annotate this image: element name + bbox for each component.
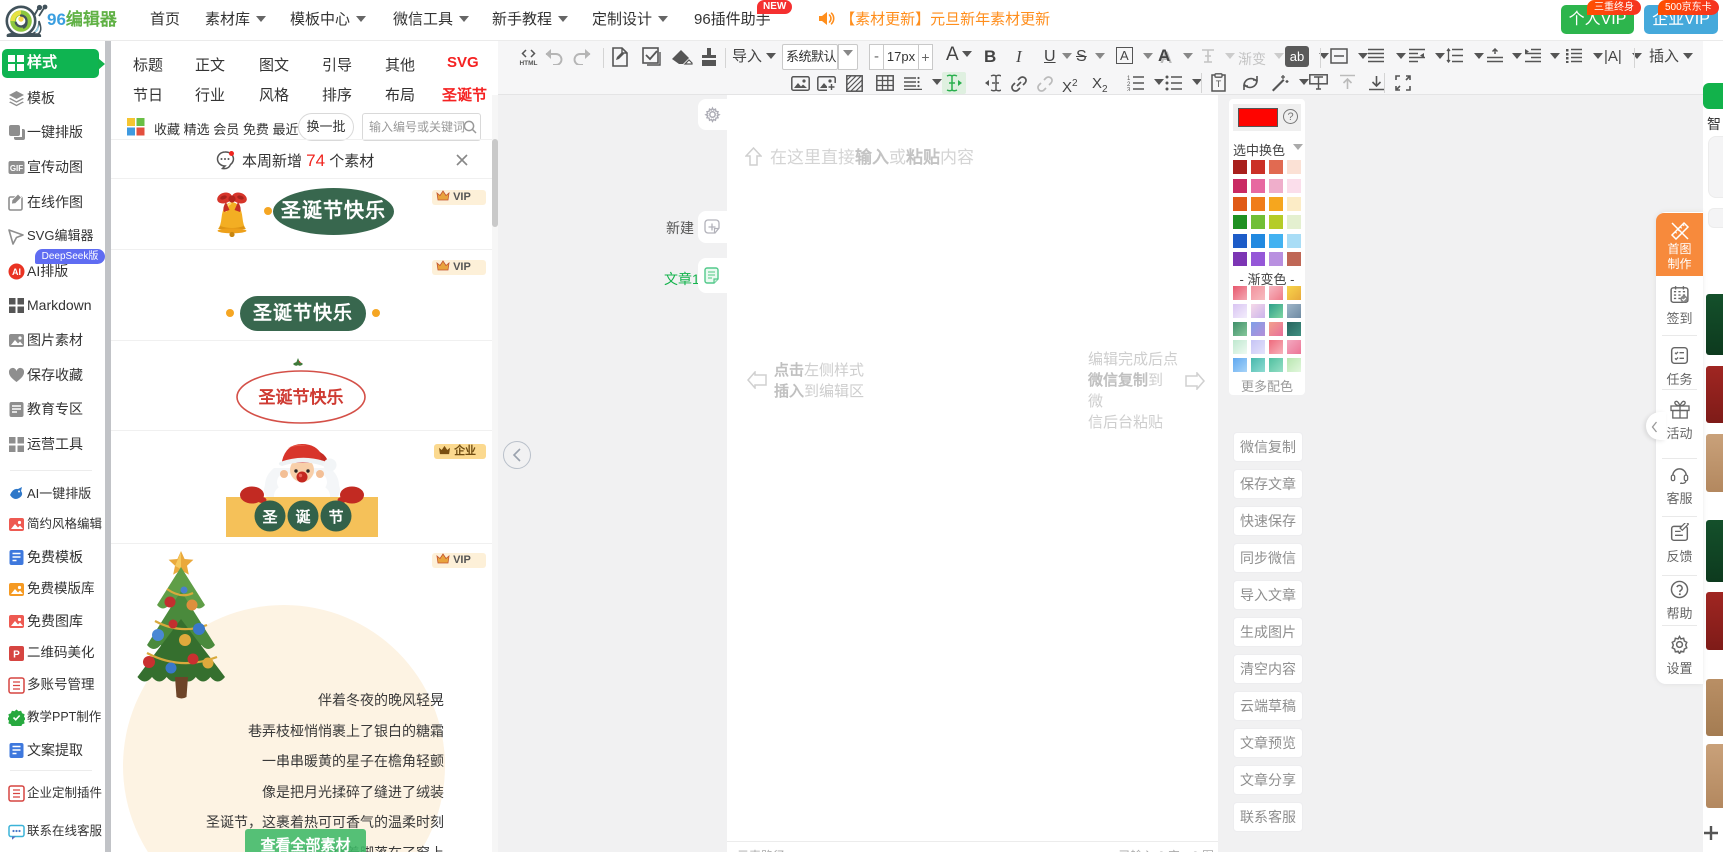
svg-text:AI: AI (12, 267, 21, 277)
svg-text:诞: 诞 (295, 508, 311, 526)
svg-text:P: P (13, 649, 20, 660)
svg-text:节: 节 (328, 508, 343, 526)
svg-text:圣诞节快乐: 圣诞节快乐 (259, 387, 344, 407)
svg-text:T: T (1216, 79, 1222, 89)
svg-text:HTML: HTML (519, 60, 537, 66)
svg-text:GIF: GIF (10, 164, 23, 173)
svg-text:3: 3 (1127, 88, 1131, 92)
svg-text:圣: 圣 (261, 509, 278, 526)
